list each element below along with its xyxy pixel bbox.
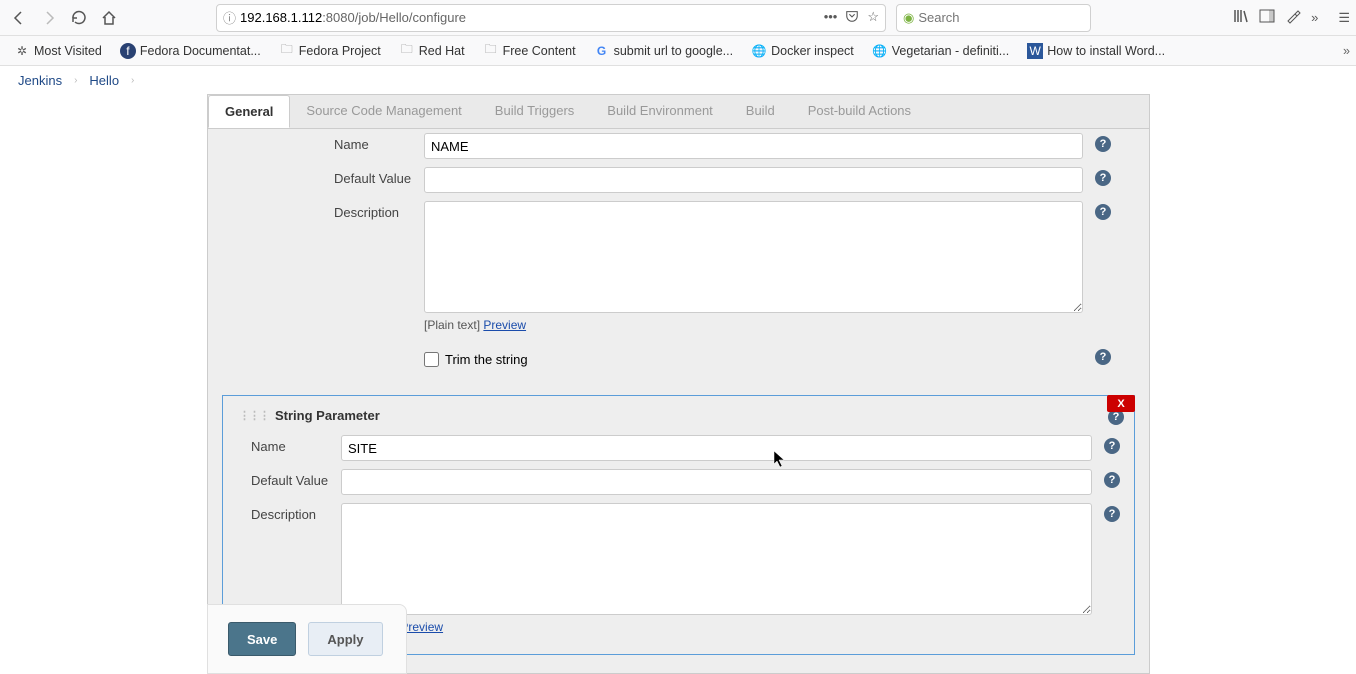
forward-button[interactable] bbox=[36, 5, 62, 31]
bookmark-free-content[interactable]: 🗀 Free Content bbox=[475, 41, 584, 61]
name-input[interactable] bbox=[424, 133, 1083, 159]
bookmark-fedora-doc[interactable]: f Fedora Documentat... bbox=[112, 41, 269, 61]
footer-actions: Save Apply bbox=[207, 604, 407, 674]
help-icon[interactable]: ? bbox=[1095, 204, 1111, 220]
word-icon: W bbox=[1027, 43, 1043, 59]
save-button[interactable]: Save bbox=[228, 622, 296, 656]
help-icon[interactable]: ? bbox=[1095, 170, 1111, 186]
help-icon[interactable]: ? bbox=[1095, 349, 1111, 365]
folder-icon: 🗀 bbox=[279, 43, 295, 59]
bookmark-label: How to install Word... bbox=[1047, 44, 1165, 58]
bookmark-label: Free Content bbox=[503, 44, 576, 58]
back-button[interactable] bbox=[6, 5, 32, 31]
url-bar[interactable]: ⓘ 192.168.1.112:8080/job/Hello/configure… bbox=[216, 4, 886, 32]
eyedropper-icon[interactable] bbox=[1285, 8, 1301, 27]
reload-button[interactable] bbox=[66, 5, 92, 31]
menu-icon[interactable]: ☰ bbox=[1338, 10, 1350, 26]
bookmark-docker[interactable]: 🌐 Docker inspect bbox=[743, 41, 862, 61]
name-input[interactable] bbox=[341, 435, 1092, 461]
bookmark-label: Docker inspect bbox=[771, 44, 854, 58]
tab-post-build[interactable]: Post-build Actions bbox=[792, 95, 928, 128]
browser-toolbar: ⓘ 192.168.1.112:8080/job/Hello/configure… bbox=[0, 0, 1356, 36]
help-icon[interactable]: ? bbox=[1104, 438, 1120, 454]
search-engine-icon: ◉ bbox=[903, 10, 914, 26]
bookmark-label: submit url to google... bbox=[614, 44, 734, 58]
globe-icon: 🌐 bbox=[872, 43, 888, 59]
library-icon[interactable] bbox=[1233, 8, 1249, 27]
help-icon[interactable]: ? bbox=[1104, 472, 1120, 488]
trim-label: Trim the string bbox=[445, 352, 528, 367]
default-value-input[interactable] bbox=[424, 167, 1083, 193]
preview-link[interactable]: Preview bbox=[483, 318, 526, 332]
bookmark-label: Fedora Project bbox=[299, 44, 381, 58]
parameter-title: String Parameter bbox=[275, 408, 380, 423]
bookmark-star-icon[interactable]: ☆ bbox=[867, 9, 879, 26]
globe-icon: 🌐 bbox=[751, 43, 767, 59]
bookmark-vegetarian[interactable]: 🌐 Vegetarian - definiti... bbox=[864, 41, 1017, 61]
pocket-icon[interactable] bbox=[845, 9, 859, 26]
description-textarea[interactable] bbox=[341, 503, 1092, 615]
folder-icon: 🗀 bbox=[483, 43, 499, 59]
bookmark-word[interactable]: W How to install Word... bbox=[1019, 41, 1173, 61]
delete-button[interactable]: X bbox=[1107, 395, 1135, 412]
bookmarks-overflow-icon[interactable]: » bbox=[1343, 44, 1350, 58]
url-text: 192.168.1.112:8080/job/Hello/configure bbox=[240, 10, 466, 25]
bookmark-most-visited[interactable]: ✲ Most Visited bbox=[6, 41, 110, 61]
tab-build-triggers[interactable]: Build Triggers bbox=[479, 95, 591, 128]
chevron-right-icon: › bbox=[74, 75, 77, 86]
gear-icon: ✲ bbox=[14, 43, 30, 59]
name-label: Name bbox=[251, 435, 333, 454]
bookmarks-bar: ✲ Most Visited f Fedora Documentat... 🗀 Fed… bbox=[0, 36, 1356, 66]
drag-handle-icon[interactable]: ⋮⋮⋮ bbox=[239, 409, 269, 422]
google-icon: G bbox=[594, 43, 610, 59]
bookmark-label: Fedora Documentat... bbox=[140, 44, 261, 58]
plain-text-label: [Plain text] bbox=[424, 318, 480, 332]
bookmark-label: Vegetarian - definiti... bbox=[892, 44, 1009, 58]
config-tabs: General Source Code Management Build Tri… bbox=[207, 94, 1150, 128]
help-icon[interactable]: ? bbox=[1095, 136, 1111, 152]
sidebar-icon[interactable] bbox=[1259, 8, 1275, 27]
default-value-label: Default Value bbox=[334, 167, 416, 186]
tab-scm[interactable]: Source Code Management bbox=[290, 95, 478, 128]
bookmark-label: Most Visited bbox=[34, 44, 102, 58]
tab-general[interactable]: General bbox=[208, 95, 290, 128]
breadcrumb-hello[interactable]: Hello bbox=[89, 73, 119, 88]
more-icon[interactable]: ••• bbox=[824, 9, 838, 26]
folder-icon: 🗀 bbox=[399, 43, 415, 59]
breadcrumb: Jenkins › Hello › bbox=[0, 66, 1356, 94]
search-input[interactable] bbox=[918, 10, 1084, 25]
breadcrumb-jenkins[interactable]: Jenkins bbox=[18, 73, 62, 88]
description-textarea[interactable] bbox=[424, 201, 1083, 313]
bookmark-google-submit[interactable]: Gsubmit url to google... bbox=[586, 41, 742, 61]
bookmark-label: Red Hat bbox=[419, 44, 465, 58]
tab-build[interactable]: Build bbox=[730, 95, 792, 128]
tab-build-env[interactable]: Build Environment bbox=[591, 95, 730, 128]
default-value-label: Default Value bbox=[251, 469, 333, 488]
left-sidebar-spacer bbox=[0, 94, 207, 674]
search-bar[interactable]: ◉ bbox=[896, 4, 1091, 32]
name-label: Name bbox=[334, 133, 416, 152]
bookmark-redhat[interactable]: 🗀 Red Hat bbox=[391, 41, 473, 61]
info-icon[interactable]: ⓘ bbox=[223, 8, 236, 27]
description-label: Description bbox=[334, 201, 416, 220]
trim-checkbox[interactable] bbox=[424, 352, 439, 367]
fedora-icon: f bbox=[120, 43, 136, 59]
apply-button[interactable]: Apply bbox=[308, 622, 382, 656]
chevron-right-icon: › bbox=[131, 75, 134, 86]
default-value-input[interactable] bbox=[341, 469, 1092, 495]
help-icon[interactable]: ? bbox=[1104, 506, 1120, 522]
home-button[interactable] bbox=[96, 5, 122, 31]
parameter-block: Name ? Default Value ? Description [Plai… bbox=[326, 129, 1119, 387]
overflow-icon[interactable]: » bbox=[1311, 10, 1318, 25]
bookmark-fedora-project[interactable]: 🗀 Fedora Project bbox=[271, 41, 389, 61]
description-label: Description bbox=[251, 503, 333, 522]
